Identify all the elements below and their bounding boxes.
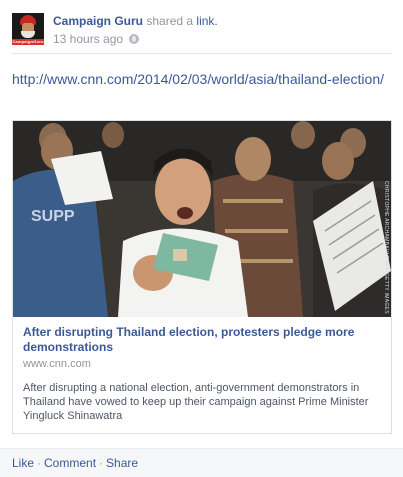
- shared-object-link[interactable]: link.: [196, 14, 217, 28]
- avatar-beard: [21, 31, 35, 38]
- link-preview-text: After disrupting Thailand election, prot…: [23, 325, 385, 423]
- link-preview-image[interactable]: SUPP CHRISTOPHE ARCHAMBAULT/AFP/GETTY IM…: [13, 121, 391, 317]
- link-preview-card[interactable]: SUPP CHRISTOPHE ARCHAMBAULT/AFP/GETTY IM…: [12, 120, 392, 434]
- globe-icon[interactable]: [129, 34, 140, 44]
- comment-link[interactable]: Comment: [44, 456, 96, 470]
- svg-text:SUPP: SUPP: [31, 208, 75, 225]
- author-avatar[interactable]: CampaignGuru: [12, 13, 44, 45]
- image-credit: CHRISTOPHE ARCHAMBAULT/AFP/GETTY IMAGES: [383, 181, 389, 314]
- timestamp-link[interactable]: 13 hours ago: [53, 32, 123, 46]
- header-divider: [12, 53, 392, 54]
- link-title[interactable]: After disrupting Thailand election, prot…: [23, 325, 385, 355]
- story-meta: 13 hours ago: [53, 32, 140, 46]
- link-description: After disrupting a national election, an…: [23, 382, 369, 422]
- like-link[interactable]: Like: [12, 456, 34, 470]
- action-links: Like · Comment · Share: [12, 456, 138, 470]
- link-domain: www.cnn.com: [23, 358, 91, 370]
- action-separator: ·: [37, 456, 42, 470]
- story-actions-bar: Like · Comment · Share: [0, 448, 403, 477]
- story-verb: shared a: [146, 14, 194, 28]
- action-separator: ·: [99, 456, 104, 470]
- avatar-caption: CampaignGuru: [12, 39, 44, 45]
- author-name-link[interactable]: Campaign Guru: [53, 14, 143, 28]
- protest-photo-illustration: SUPP: [13, 121, 391, 317]
- share-link[interactable]: Share: [106, 456, 138, 470]
- feed-story: CampaignGuru Campaign Guru shared a link…: [0, 0, 403, 477]
- story-headline: Campaign Guru shared a link.: [53, 14, 218, 28]
- shared-url-link[interactable]: http://www.cnn.com/2014/02/03/world/asia…: [12, 70, 392, 89]
